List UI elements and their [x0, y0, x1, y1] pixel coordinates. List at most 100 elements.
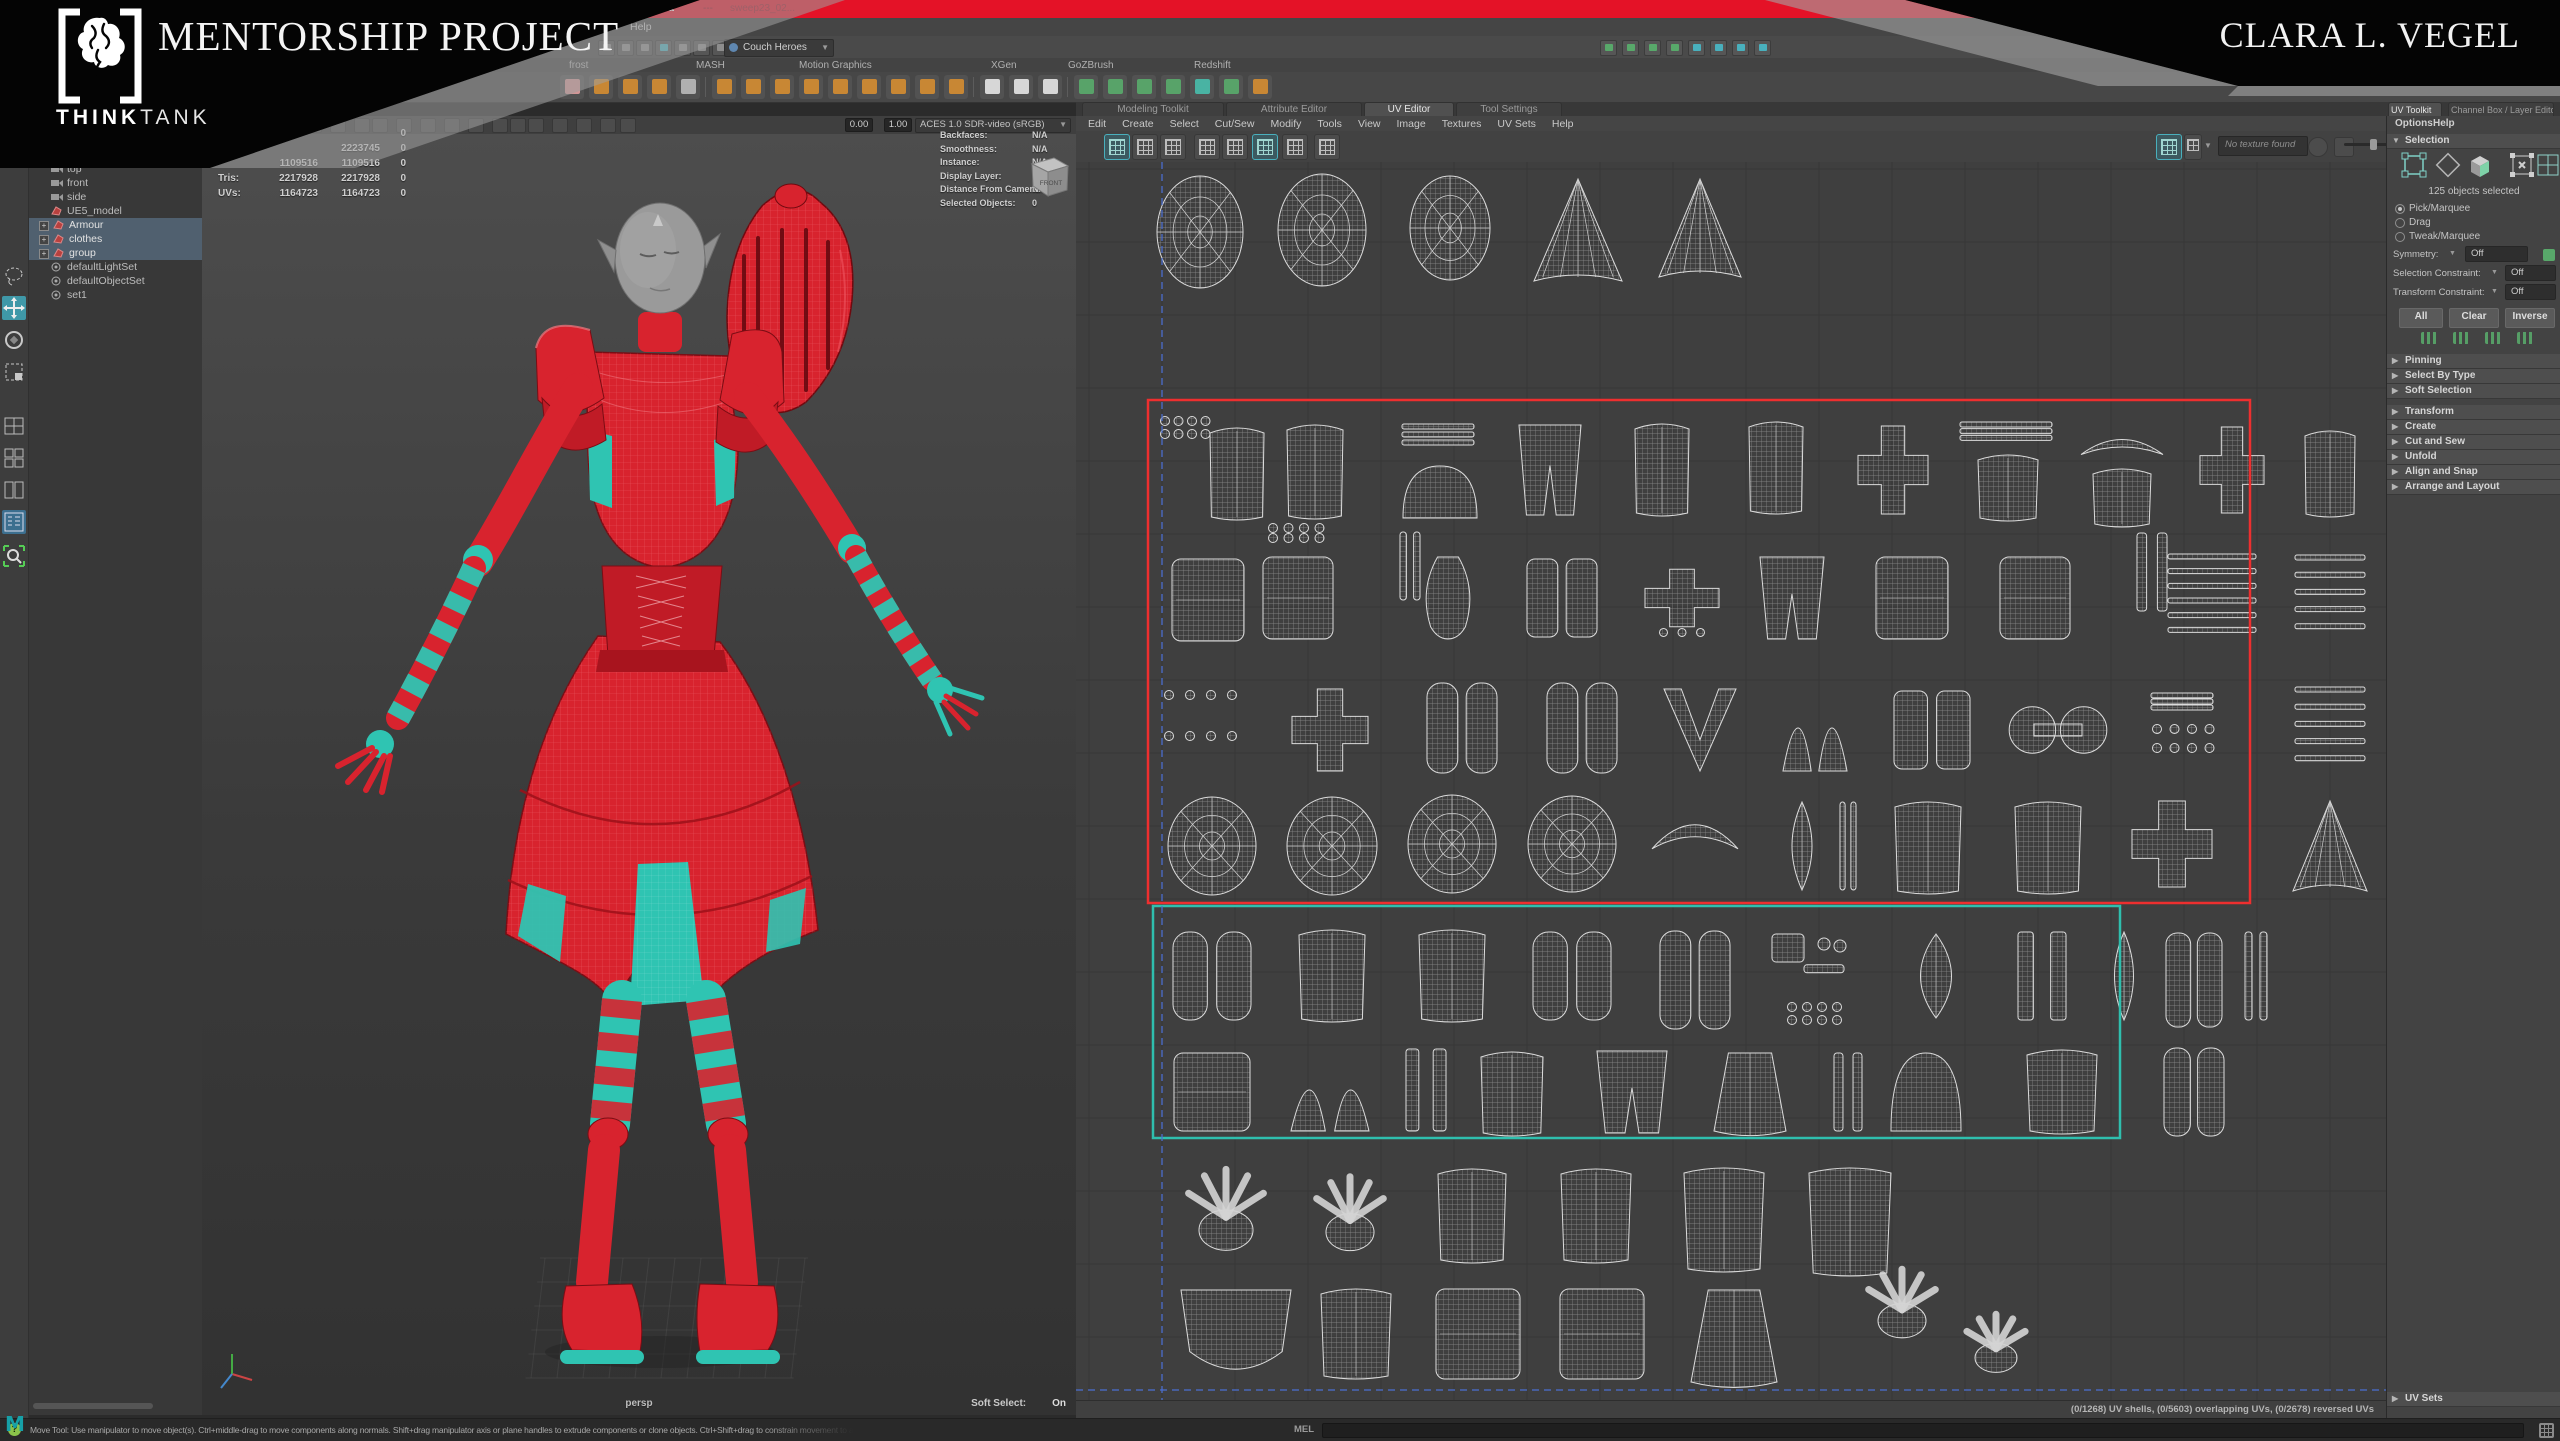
uv-shell[interactable]	[2009, 707, 2107, 753]
shelf-tab-gozbrush[interactable]: GoZBrush	[1062, 59, 1120, 72]
uv-shell[interactable]	[1410, 176, 1490, 280]
workspace-selector[interactable]: Couch Heroes ▼	[724, 39, 834, 57]
group-soft-selection[interactable]: ▶Soft Selection	[2387, 384, 2560, 399]
grid-view-layout[interactable]	[2, 446, 26, 470]
chevron-down-icon[interactable]: ▼	[2449, 250, 2456, 257]
uv-shell[interactable]	[1174, 1053, 1250, 1131]
outliner-persp-layout[interactable]	[2, 510, 26, 534]
shelf-icon[interactable]	[1009, 75, 1033, 99]
shelf-icon[interactable]	[857, 75, 881, 99]
display-image-toggle[interactable]	[2156, 134, 2182, 160]
uv-shell[interactable]	[1291, 1090, 1369, 1131]
uv-shell[interactable]	[1436, 1289, 1520, 1379]
uv-shell[interactable]	[2153, 725, 2215, 753]
outliner-item-ue5_model[interactable]: UE5_model	[29, 204, 202, 218]
dropdown-value[interactable]: Off	[2465, 246, 2528, 262]
uv-menu-select[interactable]: Select	[1162, 117, 1207, 131]
convert-uv-icon[interactable]	[2421, 332, 2437, 344]
outliner-item-clothes[interactable]: +clothes	[29, 232, 202, 246]
uv-shell[interactable]	[1321, 1289, 1391, 1379]
uv-menu-textures[interactable]: Textures	[1434, 117, 1490, 131]
scale-tool[interactable]	[2, 360, 26, 384]
outliner-item-defaultobjectset[interactable]: defaultObjectSet	[29, 274, 202, 288]
character-model[interactable]	[338, 184, 982, 1364]
status-icon[interactable]	[1688, 40, 1705, 56]
uv-shell[interactable]	[1168, 797, 1256, 895]
shelf-icon[interactable]	[647, 75, 671, 99]
viewport-toolbar-icon[interactable]	[600, 118, 616, 133]
shelf-icon[interactable]	[618, 75, 642, 99]
uv-shell[interactable]	[2151, 693, 2213, 710]
status-icon[interactable]	[674, 40, 691, 56]
chevron-down-icon[interactable]: ▼	[2204, 141, 2212, 150]
status-icon[interactable]	[1600, 40, 1617, 56]
outliner-item-front[interactable]: front	[29, 176, 202, 190]
uv-shell[interactable]	[1834, 1053, 1862, 1131]
uv-menu-help[interactable]: Help	[1544, 117, 1582, 131]
uv-shell[interactable]	[2293, 801, 2367, 891]
shelf-icon[interactable]	[1219, 75, 1243, 99]
exposure-field[interactable]: 0.00	[845, 118, 873, 132]
uv-shell[interactable]	[1292, 689, 1368, 771]
uv-shell[interactable]	[1408, 795, 1496, 893]
uv-shell[interactable]	[2168, 554, 2256, 632]
outliner-item-set1[interactable]: set1	[29, 288, 202, 302]
shelf-icon[interactable]	[886, 75, 910, 99]
menu-help[interactable]: Help	[630, 21, 652, 33]
uv-shell[interactable]	[1597, 1051, 1667, 1133]
toolkit-menu-options[interactable]: Options	[2395, 118, 2433, 129]
uv-shell[interactable]	[1921, 934, 1952, 1018]
contract-selection-icon[interactable]	[2517, 332, 2533, 344]
uv-shell[interactable]	[1165, 691, 1237, 741]
uv-shell[interactable]	[2166, 933, 2222, 1027]
four-view-layout[interactable]	[2, 414, 26, 438]
shelf-tab-redshift[interactable]: Redshift	[1188, 59, 1237, 72]
shelf-icon[interactable]	[1074, 75, 1098, 99]
bracket-x-icon[interactable]	[2509, 152, 2535, 178]
shelf-icon[interactable]	[828, 75, 852, 99]
uv-shell[interactable]	[1659, 179, 1741, 277]
uv-shell[interactable]	[1402, 424, 1474, 445]
button-clear[interactable]: Clear	[2449, 308, 2499, 328]
uv-shell[interactable]	[1691, 1290, 1777, 1388]
status-icon[interactable]	[1622, 40, 1639, 56]
radio-icon[interactable]	[2395, 232, 2405, 242]
outliner-item-side[interactable]: side	[29, 190, 202, 204]
uv-shell[interactable]	[2305, 431, 2355, 517]
uv-shell[interactable]	[1840, 802, 1856, 890]
uv-shell[interactable]	[1858, 426, 1928, 514]
image-icon[interactable]	[2334, 137, 2354, 157]
uv-shell[interactable]	[1403, 466, 1477, 518]
group-align-and-snap[interactable]: ▶Align and Snap	[2387, 465, 2560, 480]
uv-shell[interactable]	[1547, 683, 1617, 773]
uv-shell[interactable]	[1560, 1289, 1644, 1379]
uv-shell[interactable]	[1635, 424, 1689, 516]
uv-shell[interactable]	[1427, 683, 1497, 773]
grid-corner-icon[interactable]	[2539, 1423, 2554, 1438]
section-selection[interactable]: ▼Selection	[2387, 134, 2560, 149]
viewport-toolbar-icon[interactable]	[528, 118, 544, 133]
mode-drag[interactable]: Drag	[2387, 216, 2560, 229]
uv-shell[interactable]	[1189, 1169, 1264, 1250]
chevron-down-icon[interactable]: ▼	[2491, 288, 2498, 295]
uv-shell[interactable]	[1876, 557, 1948, 639]
shelf-tab-mash[interactable]: MASH	[690, 59, 731, 72]
outliner-panel[interactable]: persptopfrontsideUE5_model+Armour+clothe…	[29, 116, 203, 1415]
uv-shell[interactable]	[1533, 932, 1611, 1020]
shelf-icon[interactable]	[980, 75, 1004, 99]
group-pinning[interactable]: ▶Pinning	[2387, 354, 2560, 369]
shelf-icon[interactable]	[560, 75, 584, 99]
shelf-icon[interactable]	[799, 75, 823, 99]
outliner-scrollbar[interactable]	[33, 1403, 153, 1409]
shelf-tab-motion-graphics[interactable]: Motion Graphics	[793, 59, 878, 72]
outliner-item-persp[interactable]: persp	[29, 148, 202, 162]
status-icon[interactable]	[1644, 40, 1661, 56]
uv-shell[interactable]	[1161, 417, 1211, 439]
chevron-down-icon[interactable]: ▼	[2491, 269, 2498, 276]
shelf-icon[interactable]	[770, 75, 794, 99]
outliner-item-armour[interactable]: +Armour	[29, 218, 202, 232]
radio-icon[interactable]	[2395, 218, 2405, 228]
uv-shell[interactable]	[1895, 802, 1961, 894]
shelf-icon[interactable]	[944, 75, 968, 99]
uv-shell[interactable]	[1760, 557, 1824, 639]
